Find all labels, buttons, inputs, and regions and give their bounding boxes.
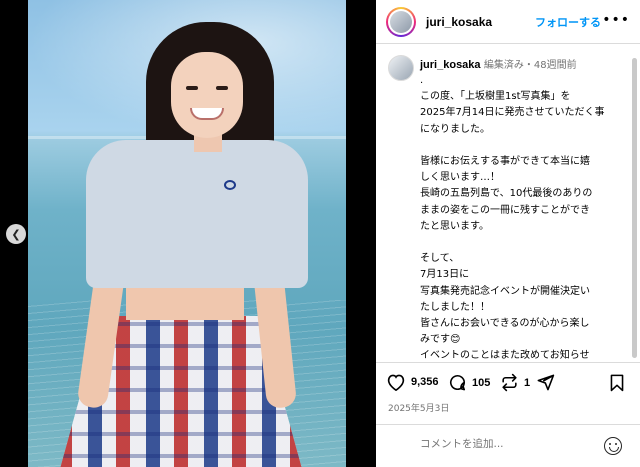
figure-eye-left [186, 86, 198, 90]
more-options-icon[interactable]: ••• [602, 12, 630, 28]
media-pane: ❮ [0, 0, 376, 467]
post-photo[interactable] [28, 0, 346, 467]
caption-text: . この度、「上坂樹里1st写真集」を 2025年7月14日に発売させていただく… [420, 75, 605, 361]
chevron-left-icon: ❮ [11, 227, 21, 241]
action-bar: 9,356 105 1 2025年5月3日 [376, 362, 640, 422]
header-username[interactable]: juri_kosaka [426, 15, 492, 29]
repost-count[interactable]: 1 [524, 377, 530, 389]
heart-icon[interactable] [386, 373, 406, 391]
caption-scrollbar[interactable] [632, 58, 637, 358]
figure-waist [126, 286, 244, 320]
follow-button[interactable]: フォローする [535, 14, 601, 30]
emoji-icon[interactable] [604, 437, 622, 455]
repost-action[interactable]: 1 [500, 373, 530, 392]
comment-bubble-icon[interactable] [448, 373, 467, 392]
shirt-logo [224, 180, 236, 190]
caption-area: juri_kosaka 編集済み・48週間前 . この度、「上坂樹里1st写真集… [376, 45, 640, 361]
comment-bar [376, 424, 640, 467]
avatar[interactable] [386, 6, 416, 37]
scrollbar-thumb[interactable] [632, 58, 637, 358]
like-count[interactable]: 9,356 [411, 376, 439, 388]
bookmark-icon[interactable] [609, 373, 625, 392]
share-action[interactable] [536, 373, 555, 392]
post-header: juri_kosaka フォローする ••• [376, 0, 640, 44]
caption-username[interactable]: juri_kosaka [420, 59, 481, 71]
figure-eye-right [216, 86, 228, 90]
caption-header: juri_kosaka 編集済み・48週間前 [420, 56, 577, 71]
figure-face [171, 52, 243, 138]
save-action[interactable] [609, 373, 625, 392]
carousel-prev-button[interactable]: ❮ [6, 224, 26, 244]
post-sidebar: juri_kosaka フォローする ••• juri_kosaka 編集済み・… [376, 0, 640, 467]
send-icon[interactable] [536, 373, 555, 392]
comment-count[interactable]: 105 [472, 377, 490, 389]
caption-meta: 編集済み・48週間前 [483, 60, 577, 71]
comment-input[interactable] [420, 438, 580, 450]
avatar-image [390, 10, 412, 33]
figure-shirt [86, 140, 308, 288]
caption-avatar[interactable] [388, 55, 414, 81]
like-action[interactable]: 9,356 [386, 373, 439, 391]
comment-action[interactable]: 105 [448, 373, 490, 392]
repost-icon[interactable] [500, 373, 519, 392]
post-date[interactable]: 2025年5月3日 [388, 401, 449, 414]
